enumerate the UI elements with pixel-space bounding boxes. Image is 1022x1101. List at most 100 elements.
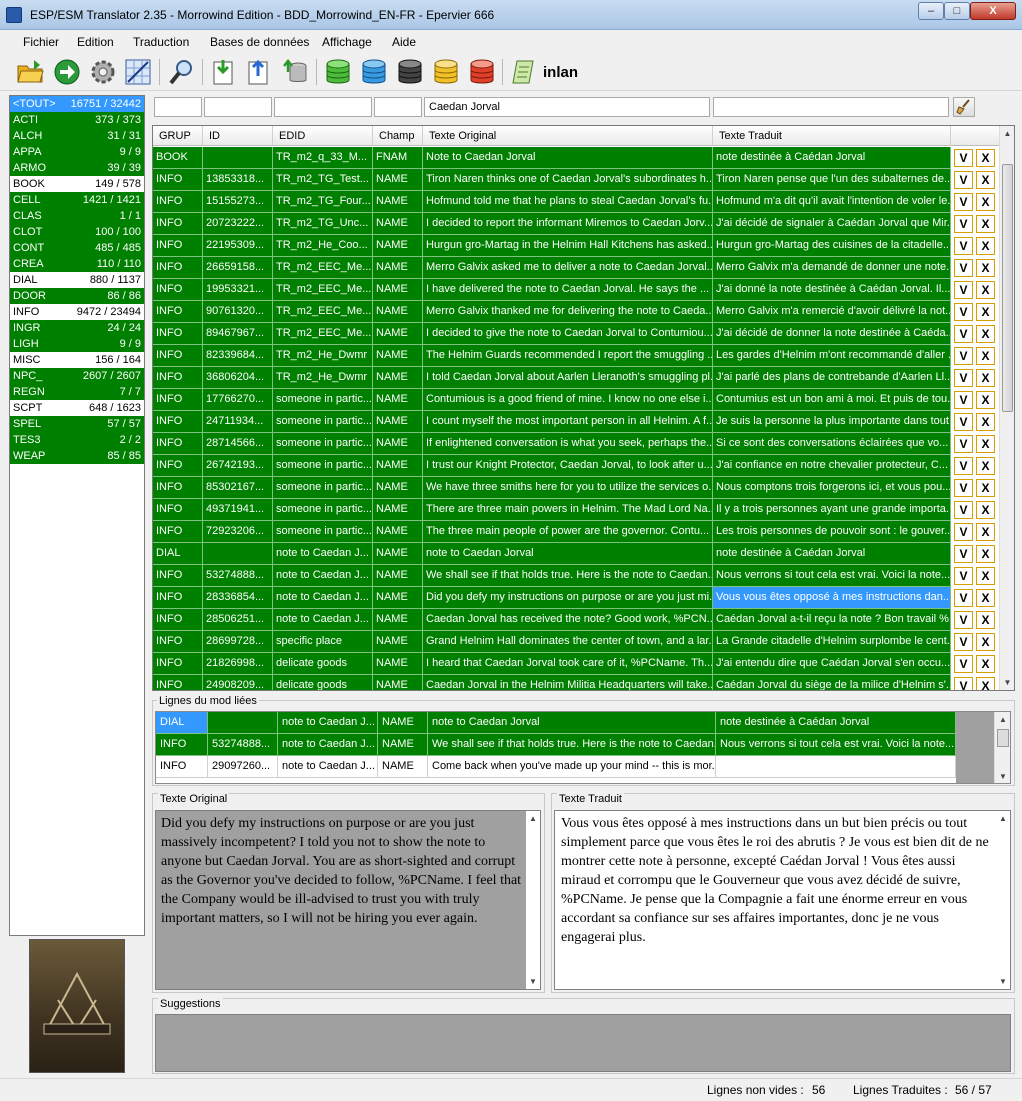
reject-button[interactable]: X [976,347,995,365]
validate-button[interactable]: V [954,391,973,409]
reject-button[interactable]: X [976,545,995,563]
cell-edid[interactable]: TR_m2_He_Dwmr [273,345,373,367]
cell-grup[interactable]: INFO [153,345,203,367]
linked-cell-texte-original[interactable]: We shall see if that holds true. Here is… [428,734,716,756]
linked-cell-champ[interactable]: NAME [378,756,428,778]
db-green-icon[interactable] [323,57,353,87]
reject-button[interactable]: X [976,589,995,607]
table-row[interactable]: INFO 82339684... TR_m2_He_Dwmr NAME The Heln… [153,345,1000,367]
category-item[interactable]: LIGH 9 / 9 [10,336,144,352]
cell-texte-original[interactable]: The Helnim Guards recommended I report t… [423,345,713,367]
cell-id[interactable]: 49371941... [203,499,273,521]
validate-button[interactable]: V [954,325,973,343]
reject-button[interactable]: X [976,149,995,167]
linked-cell-texte-traduit[interactable] [716,756,956,778]
table-row[interactable]: INFO 36806204... TR_m2_He_Dwmr NAME I told C… [153,367,1000,389]
cell-grup[interactable]: INFO [153,609,203,631]
cell-texte-original[interactable]: I told Caedan Jorval about Aarlen Lleran… [423,367,713,389]
linked-cell-id[interactable]: 53274888... [208,734,278,756]
cell-edid[interactable]: TR_m2_q_33_M... [273,147,373,169]
cell-texte-traduit[interactable]: Si ce sont des conversations éclairées q… [713,433,951,455]
cell-texte-original[interactable]: I count myself the most important person… [423,411,713,433]
cell-texte-original[interactable]: Note to Caedan Jorval [423,147,713,169]
cell-texte-original[interactable]: Contumious is a good friend of mine. I k… [423,389,713,411]
col-header-id[interactable]: ID [203,126,273,146]
cell-texte-original[interactable]: Caedan Jorval has received the note? Goo… [423,609,713,631]
menu-fichier[interactable]: Fichier [23,35,59,49]
cell-texte-traduit[interactable]: Hurgun gro-Martag des cuisines de la cit… [713,235,951,257]
cell-edid[interactable]: note to Caedan J... [273,609,373,631]
cell-edid[interactable]: someone in partic... [273,521,373,543]
cell-id[interactable]: 24908209... [203,675,273,690]
cell-champ[interactable]: NAME [373,279,423,301]
cell-texte-original[interactable]: Hurgun gro-Martag in the Helnim Hall Kit… [423,235,713,257]
table-row[interactable]: DIAL note to Caedan J... NAME note to Caeda… [153,543,1000,565]
table-row[interactable]: INFO 20723222... TR_m2_TG_Unc... NAME I deci… [153,213,1000,235]
cell-grup[interactable]: INFO [153,191,203,213]
filter-texte-original-input[interactable]: Caedan Jorval [424,97,710,117]
cell-id[interactable]: 26659158... [203,257,273,279]
cell-grup[interactable]: INFO [153,323,203,345]
col-header-texte-traduit[interactable]: Texte Traduit [713,126,951,146]
cell-champ[interactable]: NAME [373,653,423,675]
validate-button[interactable]: V [954,655,973,673]
linked-cell-grup[interactable]: DIAL [156,712,208,734]
cell-edid[interactable]: someone in partic... [273,389,373,411]
cell-grup[interactable]: INFO [153,587,203,609]
original-text-area[interactable]: Did you defy my instructions on purpose … [155,810,541,990]
reject-button[interactable]: X [976,633,995,651]
cell-texte-traduit[interactable]: Caédan Jorval a-t-il reçu la note ? Bon … [713,609,951,631]
category-item[interactable]: WEAP 85 / 85 [10,448,144,464]
cell-champ[interactable]: NAME [373,675,423,690]
scroll-down-arrow[interactable]: ▼ [1000,675,1014,690]
settings-gear-icon[interactable] [88,57,118,87]
cell-edid[interactable]: TR_m2_EEC_Me... [273,257,373,279]
grid-vertical-scrollbar[interactable]: ▲ ▼ [999,126,1014,690]
cell-texte-traduit[interactable]: Hofmund m'a dit qu'il avait l'intention … [713,191,951,213]
cell-texte-traduit[interactable]: note destinée à Caédan Jorval [713,543,951,565]
cell-edid[interactable]: someone in partic... [273,411,373,433]
reject-button[interactable]: X [976,523,995,541]
minimize-button[interactable]: – [918,2,944,20]
reject-button[interactable]: X [976,369,995,387]
validate-button[interactable]: V [954,149,973,167]
table-row[interactable]: INFO 22195309... TR_m2_He_Coo... NAME Hurgun… [153,235,1000,257]
cell-id[interactable]: 28336854... [203,587,273,609]
category-item[interactable]: <TOUT> 16751 / 32442 [10,96,144,112]
filter-grup-input[interactable] [154,97,202,117]
cell-texte-traduit[interactable]: Merro Galvix m'a remercié d'avoir délivr… [713,301,951,323]
open-folder-icon[interactable] [15,57,45,87]
cell-grup[interactable]: DIAL [153,543,203,565]
linked-vertical-scrollbar[interactable]: ▲ ▼ [994,712,1010,783]
cell-edid[interactable]: TR_m2_EEC_Me... [273,323,373,345]
table-row[interactable]: INFO 28699728... specific place NAME Grand H… [153,631,1000,653]
cell-grup[interactable]: INFO [153,455,203,477]
filter-id-input[interactable] [204,97,272,117]
cell-id[interactable]: 53274888... [203,565,273,587]
table-row[interactable]: INFO 13853318... TR_m2_TG_Test... NAME Tiron… [153,169,1000,191]
cell-edid[interactable]: note to Caedan J... [273,565,373,587]
category-item[interactable]: MISC 156 / 164 [10,352,144,368]
linked-row[interactable]: DIAL note to Caedan J... NAME note to Caeda… [156,712,956,734]
cell-edid[interactable]: TR_m2_He_Coo... [273,235,373,257]
cell-grup[interactable]: INFO [153,433,203,455]
category-item[interactable]: CELL 1421 / 1421 [10,192,144,208]
validate-button[interactable]: V [954,611,973,629]
cell-texte-traduit[interactable]: La Grande citadelle d'Helnim surplombe l… [713,631,951,653]
validate-button[interactable]: V [954,523,973,541]
validate-button[interactable]: V [954,435,973,453]
cell-texte-traduit[interactable]: J'ai décidé de donner la note destinée à… [713,323,951,345]
linked-cell-grup[interactable]: INFO [156,756,208,778]
linked-cell-texte-traduit[interactable]: Nous verrons si tout cela est vrai. Voic… [716,734,956,756]
linked-cell-texte-original[interactable]: Come back when you've made up your mind … [428,756,716,778]
category-item[interactable]: ALCH 31 / 31 [10,128,144,144]
scroll-thumb[interactable] [997,729,1009,747]
linked-cell-id[interactable]: 29097260... [208,756,278,778]
cell-grup[interactable]: INFO [153,213,203,235]
reject-button[interactable]: X [976,479,995,497]
linked-row[interactable]: INFO 53274888... note to Caedan J... NAME We… [156,734,956,756]
cell-texte-original[interactable]: Merro Galvix asked me to deliver a note … [423,257,713,279]
reject-button[interactable]: X [976,677,995,690]
reject-button[interactable]: X [976,611,995,629]
filter-edid-input[interactable] [274,97,372,117]
